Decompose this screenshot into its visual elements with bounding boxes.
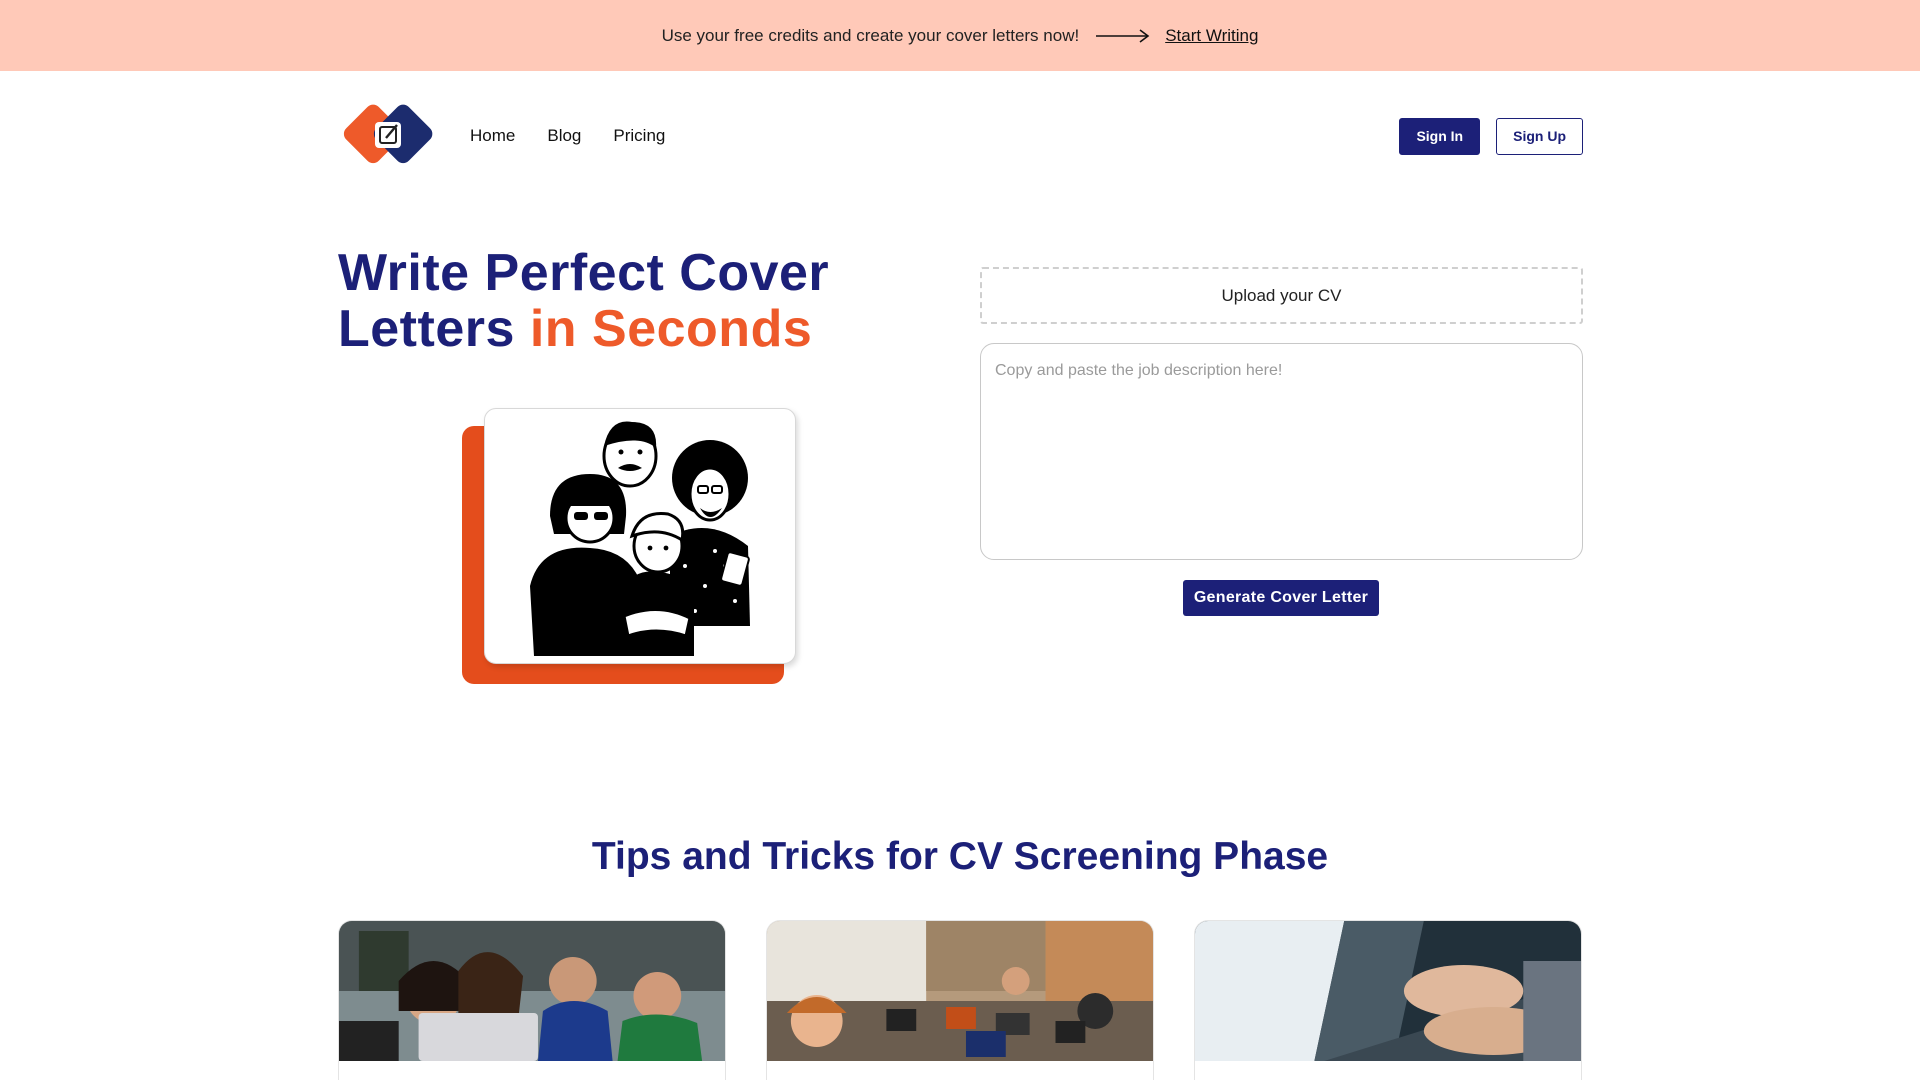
nav-blog[interactable]: Blog xyxy=(547,126,581,146)
start-writing-link[interactable]: Start Writing xyxy=(1165,26,1258,46)
auth-buttons: Sign In Sign Up xyxy=(1399,117,1583,155)
tip-card[interactable] xyxy=(766,920,1154,1080)
navbar: Home Blog Pricing Sign In Sign Up xyxy=(338,96,1583,176)
upload-cv-button[interactable]: Upload your CV xyxy=(980,267,1583,324)
hero-title-line2a: Letters xyxy=(338,300,515,358)
arrow-right-icon xyxy=(1095,28,1151,44)
hero-title-line1: Write Perfect Cover xyxy=(338,244,830,302)
typing-laptop-photo xyxy=(1195,921,1581,1061)
brand-logo[interactable] xyxy=(338,100,434,172)
sign-up-button[interactable]: Sign Up xyxy=(1496,117,1583,155)
generate-cover-letter-button[interactable]: Generate Cover Letter xyxy=(1183,580,1379,616)
job-description-input[interactable] xyxy=(980,343,1583,560)
promo-message: Use your free credits and create your co… xyxy=(661,25,1080,45)
nav-pricing[interactable]: Pricing xyxy=(613,126,665,146)
hero-illustration xyxy=(462,408,802,688)
promo-banner: Use your free credits and create your co… xyxy=(0,0,1920,71)
meeting-room-photo xyxy=(767,921,1153,1061)
people-group-illustration xyxy=(484,408,796,664)
nav-home[interactable]: Home xyxy=(470,126,515,146)
tip-card[interactable] xyxy=(338,920,726,1080)
tip-card[interactable] xyxy=(1194,920,1582,1080)
nav-links: Home Blog Pricing xyxy=(470,126,665,146)
sign-in-button[interactable]: Sign In xyxy=(1399,117,1481,155)
hero-title-accent: in Seconds xyxy=(529,300,813,358)
team-laptop-photo xyxy=(339,921,725,1061)
tips-section-title: Tips and Tricks for CV Screening Phase xyxy=(591,835,1329,878)
hero-title: Write Perfect Cover Letters in Seconds xyxy=(338,245,878,357)
